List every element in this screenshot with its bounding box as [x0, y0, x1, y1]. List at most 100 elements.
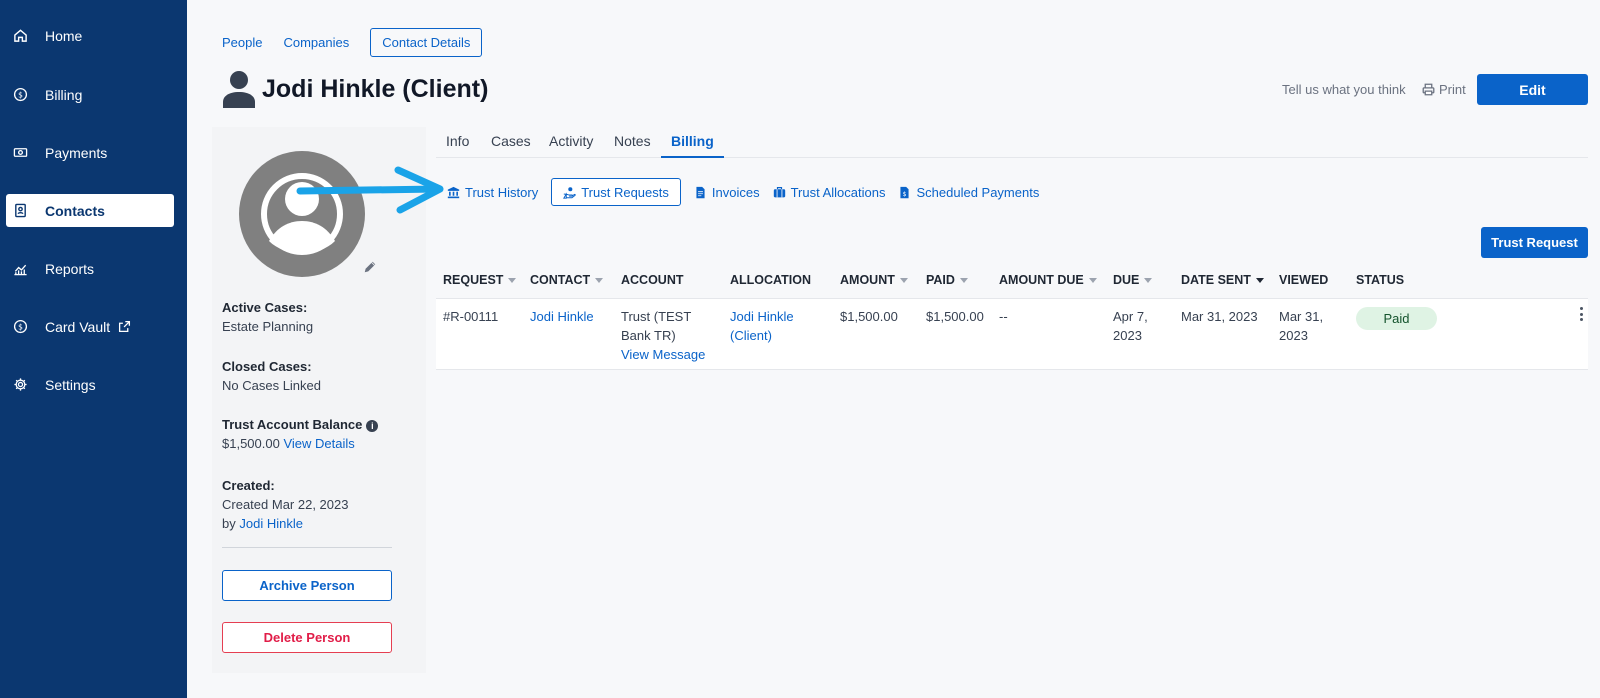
breadcrumb-people[interactable]: People	[222, 35, 262, 50]
chart-icon	[12, 261, 28, 277]
tab-bar: Info Cases Activity Notes Billing	[436, 133, 1588, 158]
edit-avatar-pencil-icon[interactable]	[363, 260, 377, 274]
print-label: Print	[1439, 82, 1466, 97]
column-header-amount-due[interactable]: AMOUNT DUE	[999, 273, 1097, 287]
column-header-allocation: ALLOCATION	[730, 273, 812, 287]
trust-allocations-link[interactable]: Trust Allocations	[773, 178, 886, 206]
scheduled-document-icon: $	[900, 186, 910, 198]
cell-contact-link[interactable]: Jodi Hinkle	[530, 309, 594, 324]
trust-balance: Trust Account Balance i $1,500.00 View De…	[222, 415, 379, 453]
table-row[interactable]: #R-00111 Jodi Hinkle Trust (TEST Bank TR…	[436, 299, 1588, 370]
sidebar-item-card-vault[interactable]: $ Card Vault	[6, 310, 174, 343]
created-by-link[interactable]: Jodi Hinkle	[239, 516, 303, 531]
print-button[interactable]: Print	[1422, 82, 1466, 97]
sort-caret-icon	[508, 277, 517, 283]
cell-amount: $1,500.00	[840, 309, 898, 324]
closed-cases-label: Closed Cases:	[222, 359, 312, 374]
scheduled-payments-label: Scheduled Payments	[916, 184, 1040, 200]
sidebar-item-settings[interactable]: Settings	[6, 368, 174, 401]
tab-activity[interactable]: Activity	[549, 133, 593, 158]
sidebar-item-label: Settings	[45, 376, 96, 393]
sort-caret-icon	[1088, 277, 1097, 283]
delete-person-button[interactable]: Delete Person	[222, 622, 392, 653]
column-header-status: STATUS	[1356, 273, 1405, 287]
home-icon	[12, 28, 28, 44]
document-icon	[696, 186, 705, 198]
status-badge: Paid	[1356, 307, 1437, 330]
external-link-icon	[118, 320, 131, 333]
column-header-amount[interactable]: AMOUNT	[840, 273, 908, 287]
svg-text:$: $	[903, 191, 907, 198]
trust-allocations-label: Trust Allocations	[790, 184, 886, 200]
bank-icon	[447, 186, 460, 198]
cell-allocation[interactable]: Jodi Hinkle (Client)	[730, 307, 794, 345]
sidebar-item-billing[interactable]: $ Billing	[6, 78, 174, 111]
edit-button[interactable]: Edit	[1477, 74, 1588, 105]
tab-notes[interactable]: Notes	[614, 133, 651, 158]
dollar-circle-icon: $	[12, 87, 28, 103]
trust-history-label: Trust History	[465, 184, 539, 200]
sidebar-item-reports[interactable]: Reports	[6, 252, 174, 285]
sort-caret-icon	[1144, 277, 1153, 283]
invoices-link[interactable]: Invoices	[694, 178, 760, 206]
breadcrumb-current[interactable]: Contact Details	[370, 28, 483, 57]
closed-cases: Closed Cases: No Cases Linked	[222, 357, 321, 395]
cell-due: Apr 7, 2023	[1113, 309, 1148, 343]
breadcrumb: People Companies Contact Details	[222, 28, 483, 57]
tab-cases[interactable]: Cases	[491, 133, 531, 158]
sidebar-item-label: Card Vault	[45, 318, 111, 335]
sidebar-item-contacts[interactable]: Contacts	[6, 194, 174, 227]
created-info: Created: Created Mar 22, 2023 by Jodi Hi…	[222, 476, 348, 533]
scheduled-payments-link[interactable]: $ Scheduled Payments	[898, 178, 1039, 206]
feedback-link[interactable]: Tell us what you think	[1282, 82, 1406, 97]
svg-text:$: $	[18, 322, 23, 331]
column-header-request[interactable]: REQUEST	[443, 273, 517, 287]
trust-request-button[interactable]: Trust Request	[1481, 227, 1588, 258]
created-label: Created:	[222, 478, 275, 493]
divider	[222, 547, 392, 548]
sort-caret-icon	[959, 277, 968, 283]
user-placeholder-icon	[261, 173, 343, 255]
cell-paid: $1,500.00	[926, 309, 984, 324]
active-cases-label: Active Cases:	[222, 300, 308, 315]
created-by-prefix: by	[222, 516, 236, 531]
active-cases-value: Estate Planning	[222, 319, 314, 334]
column-header-paid[interactable]: PAID	[926, 273, 968, 287]
svg-text:$: $	[18, 90, 23, 99]
trust-balance-label: Trust Account Balance	[222, 417, 363, 432]
sort-caret-icon	[899, 277, 908, 283]
column-header-date-sent[interactable]: DATE SENT	[1181, 273, 1264, 287]
sidebar-item-payments[interactable]: Payments	[6, 136, 174, 169]
cash-icon	[12, 145, 28, 161]
sidebar-item-label: Reports	[45, 260, 95, 277]
info-icon[interactable]: i	[366, 419, 379, 432]
column-header-account: ACCOUNT	[621, 273, 684, 287]
column-header-due[interactable]: DUE	[1113, 273, 1153, 287]
invoices-label: Invoices	[711, 184, 760, 200]
cell-viewed: Mar 31, 2023	[1279, 309, 1324, 343]
tab-info[interactable]: Info	[446, 133, 469, 158]
active-cases: Active Cases: Estate Planning	[222, 298, 313, 336]
view-details-link[interactable]: View Details	[283, 436, 354, 451]
created-value: Created Mar 22, 2023	[222, 497, 349, 512]
page-header: Jodi Hinkle (Client)	[222, 70, 488, 108]
avatar	[239, 151, 365, 277]
trust-history-link[interactable]: Trust History	[447, 178, 538, 206]
sidebar-item-label: Payments	[45, 144, 108, 161]
sidebar-item-label: Home	[45, 27, 83, 44]
row-menu-icon[interactable]	[1578, 307, 1584, 321]
view-message-link[interactable]: View Message	[621, 347, 705, 362]
sort-caret-icon	[595, 277, 604, 283]
breadcrumb-companies[interactable]: Companies	[283, 35, 349, 50]
sidebar: Home $ Billing Payments Contacts Reports…	[0, 0, 187, 698]
contact-book-icon	[12, 203, 28, 219]
archive-person-button[interactable]: Archive Person	[222, 570, 392, 601]
trust-requests-link[interactable]: Trust Requests	[551, 178, 681, 206]
sidebar-item-label: Billing	[45, 86, 83, 103]
sidebar-item-home[interactable]: Home	[6, 19, 174, 52]
table-header: REQUEST CONTACT ACCOUNT ALLOCATION AMOUN…	[436, 270, 1588, 299]
column-header-contact[interactable]: CONTACT	[530, 273, 604, 287]
column-header-viewed: VIEWED	[1279, 273, 1329, 287]
cell-amount-due: --	[999, 309, 1008, 324]
tab-billing[interactable]: Billing	[661, 133, 724, 158]
